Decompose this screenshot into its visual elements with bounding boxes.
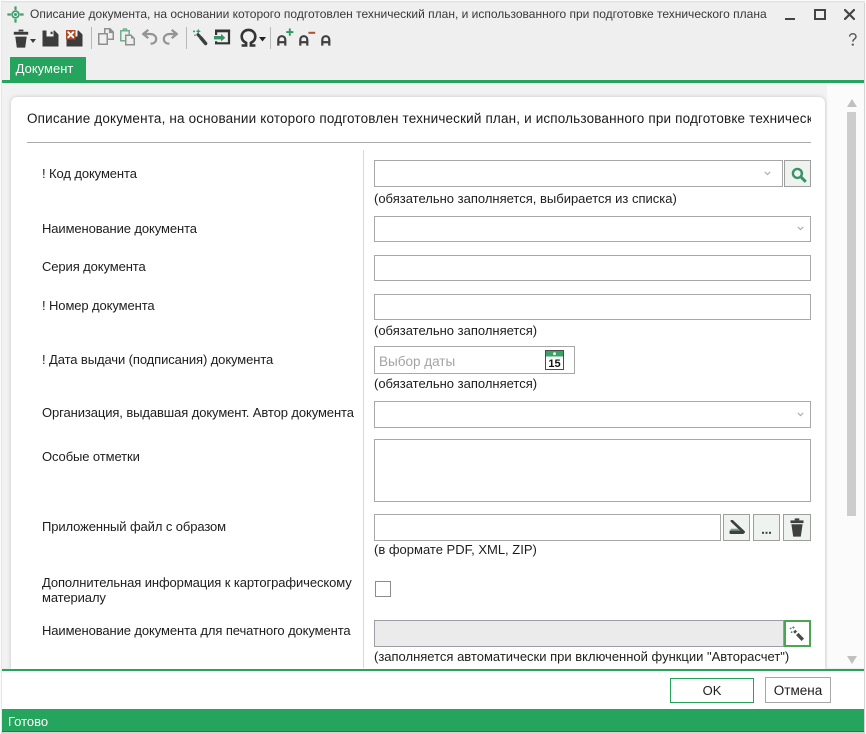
svg-text:15: 15: [548, 357, 560, 369]
